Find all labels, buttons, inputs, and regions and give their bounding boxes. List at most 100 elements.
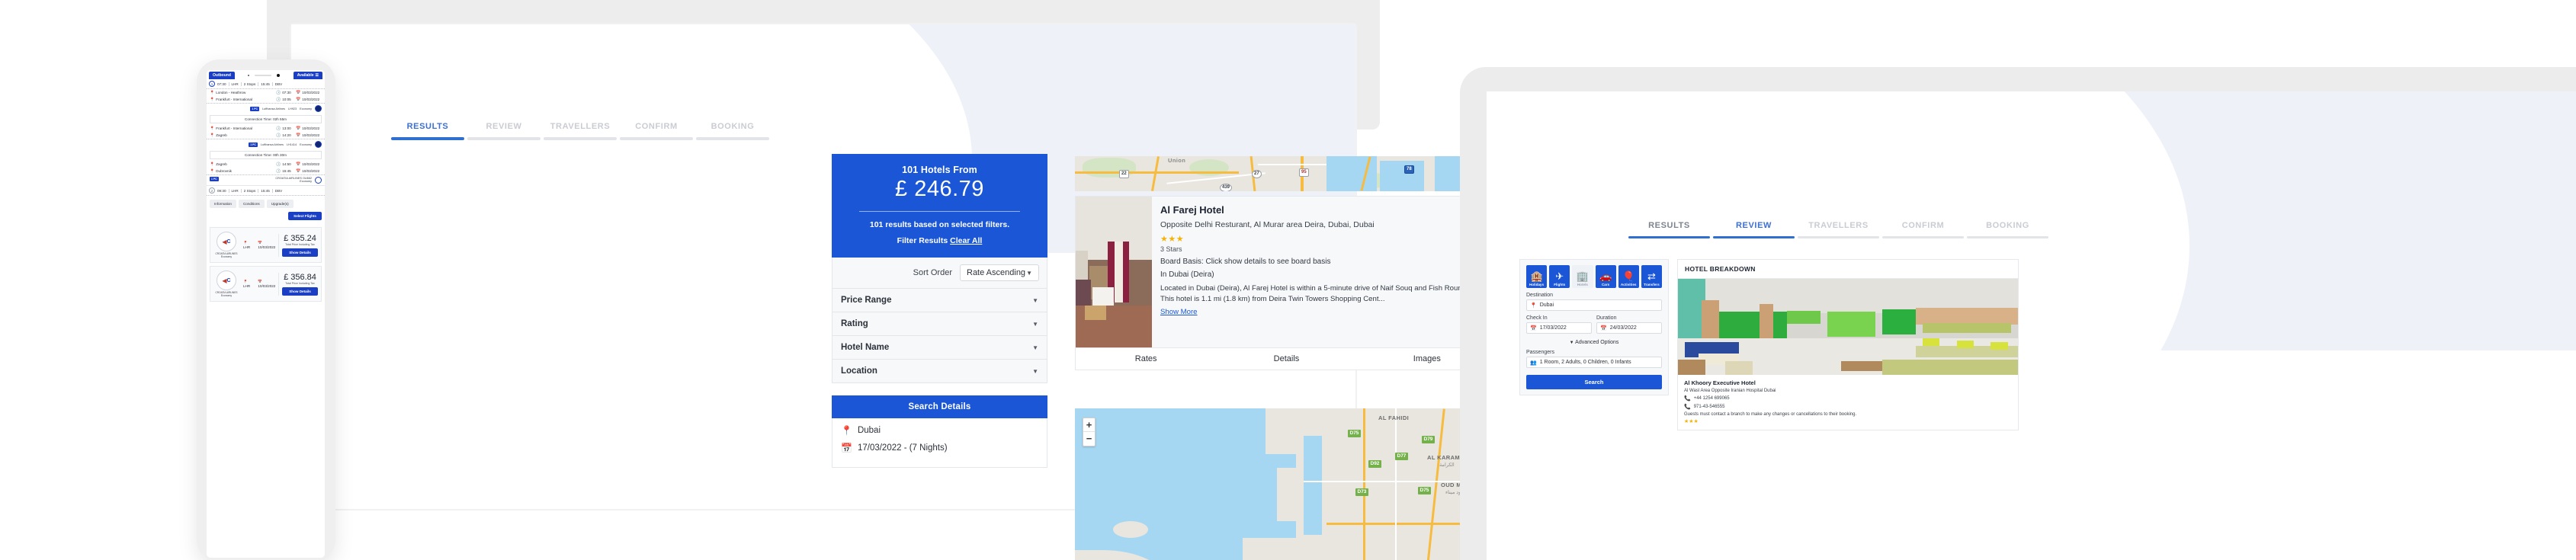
show-more-link[interactable]: Show More (1160, 308, 1198, 316)
advanced-options-toggle[interactable]: ▼ Advanced Options (1526, 340, 1662, 345)
map-top-strip[interactable]: 22 27 95 78 439 Union (1075, 156, 1498, 191)
hotel-thumbnail[interactable] (1076, 197, 1152, 347)
tab-booking[interactable]: BOOKING (1967, 221, 2048, 238)
product-hotels[interactable]: 🏢 Hotels (1572, 265, 1593, 288)
tab-underline (1882, 236, 1964, 238)
conditions-button[interactable]: Conditions (238, 200, 265, 208)
star-rating-text: 3 Stars (1160, 245, 1182, 254)
tab-travellers[interactable]: TRAVELLERS (1798, 221, 1879, 238)
itinerary-2-summary[interactable]: 2 09:30 LHR 2 Stops 15:45 DBV (207, 185, 325, 196)
chevron-down-icon: ▼ (1032, 344, 1038, 351)
product-activities[interactable]: 🎈 Activities (1618, 265, 1639, 288)
tab-underline (544, 137, 617, 140)
passengers-input[interactable]: 👥 1 Room, 2 Adults, 0 Children, 0 Infant… (1526, 357, 1662, 368)
tab-confirm[interactable]: CONFIRM (620, 122, 693, 140)
tab-review[interactable]: REVIEW (1713, 221, 1795, 238)
information-button[interactable]: Information (210, 200, 236, 208)
filter-price-range[interactable]: Price Range ▼ (832, 289, 1047, 312)
tab-underline (467, 137, 541, 140)
leg-cabin: Economy (300, 142, 312, 146)
hotel-tab-details[interactable]: Details (1216, 348, 1356, 370)
filter-rating[interactable]: Rating ▼ (832, 312, 1047, 336)
product-flights[interactable]: ✈ Flights (1549, 265, 1570, 288)
summary-depart-time: 07:30 (215, 82, 229, 86)
duration-input[interactable]: 📅 24/03/2022 (1596, 322, 1662, 334)
tab-label: REVIEW (486, 122, 522, 131)
leg-from: Frankfurt - International (216, 126, 252, 130)
filter-location[interactable]: Location ▼ (832, 360, 1047, 383)
map-label-al-karama: AL KARAMA (1427, 454, 1464, 461)
sort-order-bar: Sort Order Rate Ascending ▼ (832, 258, 1047, 289)
chevron-down-icon: ▼ (1032, 320, 1038, 328)
hotel-result-card[interactable]: Al Farej Hotel Opposite Delhi Resturant,… (1075, 196, 1498, 348)
star-rating-icon: ★★★ (1160, 235, 1185, 245)
connection-time-2: Connection Time: 00h 30m (210, 151, 322, 159)
leg-to-date: 10/03/2022 (302, 169, 320, 173)
search-dates-value: 17/03/2022 - (7 Nights) (857, 443, 948, 453)
itinerary-actions: Information Conditions Upgrade(s) (207, 196, 325, 210)
passengers-value: 1 Room, 2 Adults, 0 Children, 0 Infants (1539, 360, 1631, 365)
itinerary-1-summary[interactable]: 1 07:30 LHR 2 Stops 15:45 DBV (207, 79, 325, 89)
calendar-icon: 📅 (296, 97, 301, 102)
map-badge: D92 (1368, 460, 1381, 468)
tab-results[interactable]: RESULTS (391, 122, 464, 140)
destination-input[interactable]: 📍 Dubai (1526, 299, 1662, 311)
from-price: £ 246.79 (895, 177, 984, 201)
tab-label: CONFIRM (1901, 221, 1945, 230)
hotel-lobby-image[interactable] (1678, 279, 2018, 375)
location-pin-icon: 📍 (210, 90, 215, 95)
checkin-input[interactable]: 📅 17/03/2022 (1526, 322, 1592, 334)
hotel-address: Opposite Delhi Resturant, Al Murar area … (1160, 220, 1375, 229)
flight-icon: ✈ (1555, 270, 1564, 282)
results-basis-text: 101 results based on selected filters. (869, 220, 1010, 229)
product-label: Flights (1554, 283, 1566, 286)
select-flights-button[interactable]: Select Flights (288, 212, 322, 220)
show-details-button[interactable]: Show Details (282, 286, 318, 296)
hotel-tab-rates[interactable]: Rates (1076, 348, 1216, 370)
map-badge: D77 (1395, 453, 1408, 460)
list-icon: ☰ (315, 72, 319, 78)
baggage-badge: 1 PC (250, 106, 259, 111)
show-details-button[interactable]: Show Details (282, 248, 318, 257)
tab-confirm[interactable]: CONFIRM (1882, 221, 1964, 238)
zoom-out-button[interactable]: − (1083, 432, 1095, 446)
breakdown-phone-2: 971-43-546555 (1693, 405, 1725, 409)
flight-leg-3: 📍 Zagreb 🕓 14:50 📅 10/03/2022 📍 Dubrovni… (207, 161, 325, 185)
fare-card[interactable]: ◀ C CROATIA AIRLINES Economy 📍 LHR 📅 10/0… (210, 227, 322, 263)
sort-order-select[interactable]: Rate Ascending ▼ (960, 264, 1039, 281)
map-shield-439: 439 (1220, 184, 1233, 191)
baggage-badge: 1 PC (249, 142, 258, 147)
search-button[interactable]: Search (1526, 375, 1662, 389)
holidays-icon: 🏨 (1530, 270, 1543, 282)
leg-from-date: 10/03/2022 (302, 126, 320, 130)
product-holidays[interactable]: 🏨 Holidays (1526, 265, 1548, 288)
breakdown-hotel-name: Al Khoory Executive Hotel (1684, 379, 1756, 386)
product-cars[interactable]: 🚗 Cars (1595, 265, 1616, 288)
location-pin-icon: 📍 (210, 97, 215, 102)
calendar-icon: 📅 (296, 162, 301, 167)
calendar-icon: 📅 (296, 90, 301, 95)
location-pin-icon: 📍 (210, 133, 215, 138)
map-zoom-controls[interactable]: + − (1083, 418, 1096, 446)
tab-results[interactable]: RESULTS (1628, 221, 1710, 238)
zoom-in-button[interactable]: + (1083, 418, 1095, 432)
upgrades-button[interactable]: Upgrade(s) (266, 200, 294, 208)
tab-travellers[interactable]: TRAVELLERS (544, 122, 617, 140)
map-label-al-karama-ar: الكرامة (1439, 462, 1455, 468)
clear-all-link[interactable]: Clear All (950, 236, 982, 245)
map-bottom[interactable]: + − D75 D79 D77 D92 D73 D75 AL FAHIDI AL… (1075, 408, 1498, 560)
product-transfers[interactable]: ⇄ Transfers (1641, 265, 1663, 288)
product-label: Activities (1621, 283, 1637, 286)
location-pin-icon: 📍 (210, 168, 215, 174)
tab-review[interactable]: REVIEW (467, 122, 541, 140)
product-label: Holidays (1529, 283, 1545, 286)
tab-booking[interactable]: BOOKING (696, 122, 769, 140)
phone-top-bar: Outbound Available ☰ (207, 70, 325, 79)
fare-card[interactable]: ◀ C CROATIA AIRLINES Economy 📍 LHR 📅 10/0… (210, 266, 322, 302)
passenger-icon: 👥 (1530, 360, 1537, 366)
filter-hotel-name[interactable]: Hotel Name ▼ (832, 336, 1047, 360)
leg-from-time: 07:30 (282, 91, 291, 94)
search-details-header[interactable]: Search Details (832, 395, 1047, 418)
map-badge: D73 (1355, 488, 1368, 496)
tab-label: TRAVELLERS (1808, 221, 1869, 230)
